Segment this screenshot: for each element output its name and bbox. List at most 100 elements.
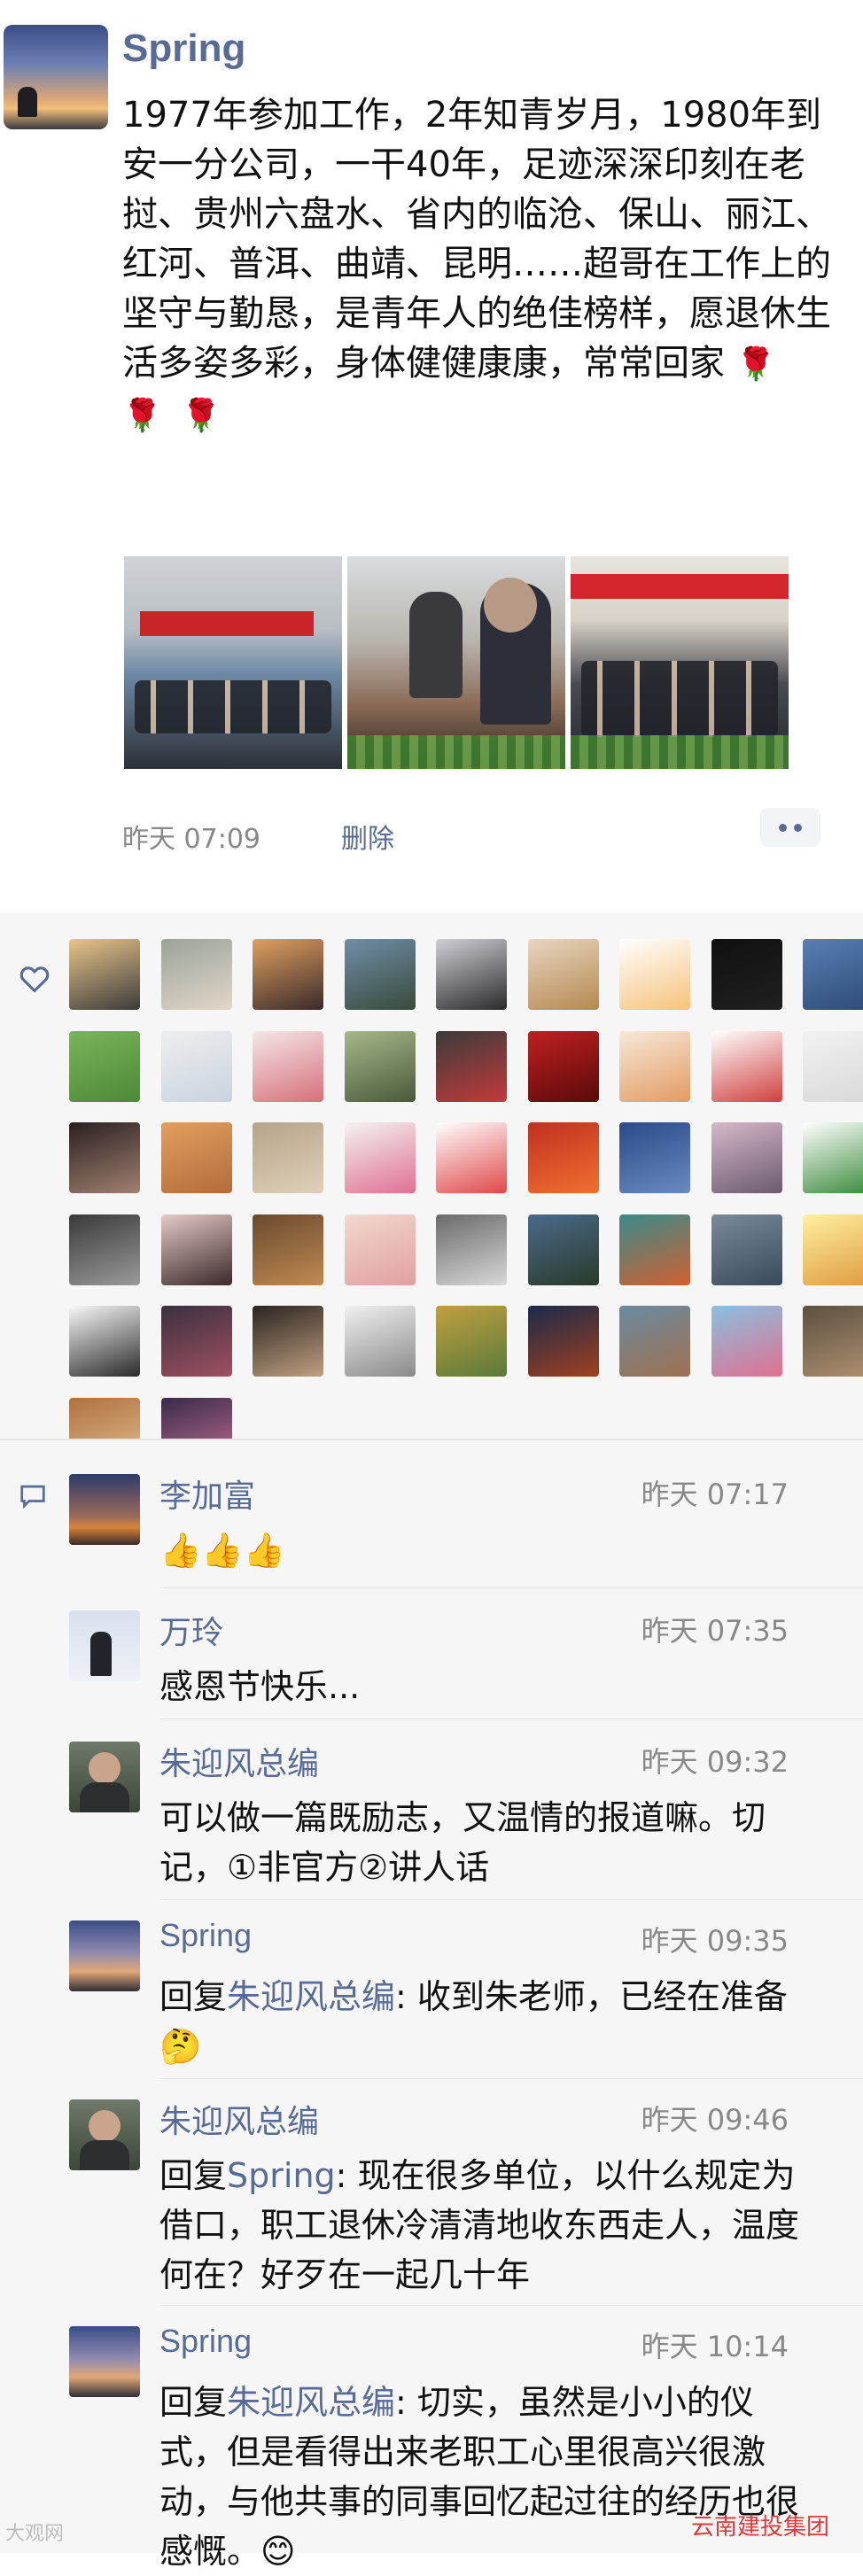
liker-avatar[interactable] [160,1214,232,1285]
liker-avatar[interactable] [527,1122,599,1193]
commenter-name[interactable]: 朱迎风总编 [159,2096,319,2142]
liker-avatar[interactable] [619,1030,690,1102]
watermark: 云南建投集团 [690,2514,829,2541]
heart-icon [19,966,50,993]
liker-avatar[interactable] [803,939,863,1010]
liker-avatar[interactable] [344,1306,416,1377]
comment-divider [159,1587,863,1588]
liker-avatar[interactable] [619,939,690,1010]
comment-time: 昨天 09:32 [641,1745,789,1779]
comment-text: 感恩节快乐... [159,1667,361,1706]
rose-emoji: 🌹 [181,398,222,434]
liker-avatar[interactable] [619,1306,690,1377]
liker-avatar[interactable] [344,939,416,1010]
reply-prefix: 回复 [159,2156,228,2195]
liker-avatar[interactable] [711,939,782,1010]
liker-avatar[interactable] [344,1214,416,1285]
liker-avatar[interactable] [803,1214,863,1285]
liker-avatar[interactable] [527,1306,599,1377]
reply-target-name[interactable]: Spring [227,2156,336,2195]
liker-avatar[interactable] [803,1122,863,1193]
liker-avatar[interactable] [527,1214,599,1285]
thinking-emoji: 🤔 [159,2027,202,2066]
liker-avatar[interactable] [160,1030,232,1102]
likes-section [0,912,863,1469]
smile-emoji: 😊 [260,2532,296,2571]
watermark-left: 大观网 [5,2523,65,2545]
comment-text: 回复朱迎风总编: 切实，虽然是小小的仪式，但是看得出来老职工心里很高兴很激动，与… [159,2378,815,2576]
comment-divider [159,1899,863,1900]
liker-avatar[interactable] [160,939,232,1010]
commenter-avatar[interactable] [69,1610,140,1681]
liker-avatar[interactable] [711,1214,782,1285]
thumbs-up-emoji: 👍👍👍 [159,1531,285,1570]
commenter-name[interactable]: 万玲 [159,1607,223,1653]
liker-avatar[interactable] [253,1030,323,1102]
liker-avatar[interactable] [160,1306,232,1377]
liker-avatar[interactable] [619,1122,690,1193]
comment-time: 昨天 09:46 [641,2103,789,2137]
comment-text: 可以做一篇既励志，又温情的报道嘛。切记，①非官方②讲人话 [159,1798,766,1887]
liker-avatar[interactable] [69,1122,140,1193]
rose-emoji: 🌹 [122,398,162,434]
commenter-avatar[interactable] [69,1920,140,1991]
reply-prefix: 回复 [159,1977,228,2016]
liker-avatar[interactable] [527,939,599,1010]
post-photo[interactable] [347,556,565,769]
liker-avatar[interactable] [436,1306,507,1377]
liker-avatar[interactable] [803,1030,863,1102]
post-photo[interactable] [571,556,789,769]
liker-avatar[interactable] [253,1306,323,1377]
post-time: 昨天 07:09 [122,824,260,855]
more-options-button[interactable] [760,808,820,847]
commenter-avatar[interactable] [69,2326,140,2397]
liker-avatar[interactable] [803,1306,863,1377]
comment-text: 回复朱迎风总编: 收到朱老师，已经在准备 🤔 [159,1972,815,2071]
delete-link[interactable]: 删除 [341,817,394,856]
reply-prefix: 回复 [159,2383,228,2422]
liker-avatar[interactable] [436,1030,507,1102]
commenter-avatar[interactable] [69,1474,140,1545]
reply-body: : 收到朱老师，已经在准备 [395,1977,788,2016]
commenter-avatar[interactable] [69,2099,140,2170]
liker-avatar[interactable] [711,1306,782,1377]
comment-time: 昨天 09:35 [641,1924,789,1958]
liker-avatar[interactable] [344,1122,416,1193]
moment-post: Spring 1977年参加工作，2年知青岁月，1980年到安一分公司，一干40… [0,0,863,912]
reply-target-name[interactable]: 朱迎风总编 [227,2383,395,2422]
comment-time: 昨天 07:35 [641,1614,789,1648]
liker-avatar[interactable] [527,1030,599,1102]
liker-avatar[interactable] [253,939,323,1010]
liker-avatar[interactable] [160,1122,232,1193]
liker-avatar[interactable] [436,1122,507,1193]
liker-avatar[interactable] [253,1122,323,1193]
commenter-avatar[interactable] [69,1742,140,1812]
comment-time: 昨天 07:17 [641,1478,789,1511]
commenter-name[interactable]: 李加富 [159,1470,255,1517]
liker-avatar[interactable] [436,1214,507,1285]
comment-icon [20,1485,45,1509]
liker-avatar[interactable] [69,1214,140,1285]
liker-avatar[interactable] [69,1030,140,1102]
liker-avatar[interactable] [69,939,140,1010]
liker-avatar[interactable] [711,1030,782,1102]
comment-divider [159,2305,863,2306]
liker-avatar[interactable] [711,1122,782,1193]
post-photo[interactable] [124,556,342,769]
liker-avatar[interactable] [436,939,507,1010]
liker-avatar[interactable] [619,1214,690,1285]
comment-text: 回复Spring: 现在很多单位，以什么规定为借口，职工退休冷清清地收东西走人，… [159,2151,815,2300]
post-text: 1977年参加工作，2年知青岁月，1980年到安一分公司，一干40年，足迹深深印… [122,90,831,441]
comment-divider [159,2078,863,2079]
liker-avatar[interactable] [253,1214,323,1285]
liker-avatar[interactable] [344,1030,416,1102]
author-avatar[interactable] [4,25,108,129]
liker-avatar[interactable] [69,1306,140,1377]
commenter-name[interactable]: Spring [159,2323,252,2360]
commenter-name[interactable]: Spring [159,1917,252,1954]
post-body: 1977年参加工作，2年知青岁月，1980年到安一分公司，一干40年，足迹深深印… [122,95,831,384]
reply-target-name[interactable]: 朱迎风总编 [227,1977,395,2016]
commenter-name[interactable]: 朱迎风总编 [159,1738,319,1784]
comments-section: 李加富 昨天 07:17 👍👍👍 万玲 昨天 07:35 感恩节快乐... 朱迎… [0,1440,863,2571]
author-name[interactable]: Spring [122,27,245,71]
